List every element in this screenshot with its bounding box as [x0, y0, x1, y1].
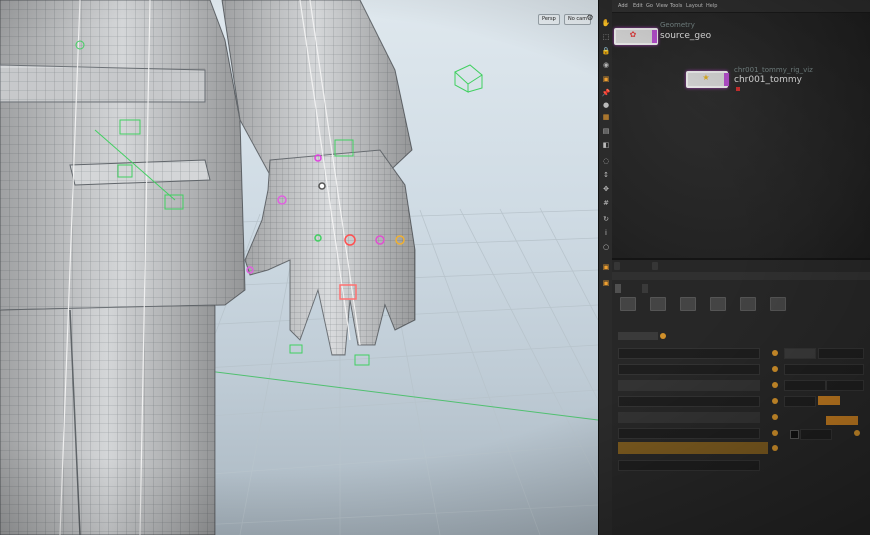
keyframe-dot[interactable]: [772, 382, 778, 388]
shelf-tool-button[interactable]: [620, 297, 636, 311]
param-field[interactable]: [618, 428, 760, 439]
section-header[interactable]: [618, 332, 658, 340]
keyframe-dot[interactable]: [772, 366, 778, 372]
camera-icon[interactable]: ◉: [601, 60, 611, 70]
menu-item-add[interactable]: Add: [618, 2, 628, 10]
keyframe-dot[interactable]: [854, 430, 860, 436]
keyframe-dot[interactable]: [772, 414, 778, 420]
menu-item-go[interactable]: Go: [646, 2, 653, 10]
param-field[interactable]: [618, 412, 760, 423]
param-field[interactable]: [784, 348, 816, 359]
shelf-tool-button[interactable]: [740, 297, 756, 311]
orange-toggle[interactable]: [826, 416, 858, 425]
param-field[interactable]: [618, 380, 760, 391]
pane-tab[interactable]: [614, 262, 620, 270]
display-flag[interactable]: [724, 73, 729, 86]
node-category: Geometry: [660, 21, 695, 29]
geometry-icon: ✿: [629, 30, 637, 39]
error-marker: [736, 87, 740, 91]
param-field[interactable]: [784, 380, 826, 391]
node-name: source_geo: [660, 31, 712, 41]
transform-icon[interactable]: ✥: [601, 184, 611, 194]
selected-param-row[interactable]: [618, 442, 768, 454]
menu-item-edit[interactable]: Edit: [633, 2, 643, 10]
menu-item-tools[interactable]: Tools: [670, 2, 682, 10]
shelf-tab[interactable]: [642, 284, 648, 293]
shelf-tab[interactable]: [615, 284, 621, 293]
snap-icon[interactable]: ▣: [601, 74, 611, 84]
wire-icon[interactable]: ▤: [601, 126, 611, 136]
pane-tab[interactable]: [652, 262, 658, 270]
param-field[interactable]: [800, 429, 832, 440]
viewport-scene: [0, 0, 598, 535]
shade-icon[interactable]: ◧: [601, 140, 611, 150]
checkbox[interactable]: [790, 430, 799, 439]
shelf-tool-button[interactable]: [650, 297, 666, 311]
param-field[interactable]: [618, 396, 760, 407]
display-flag[interactable]: [652, 30, 657, 43]
node-category: chr001_tommy_rig_viz: [734, 66, 813, 74]
param-field[interactable]: [826, 380, 864, 391]
persp-button[interactable]: Persp: [538, 14, 560, 25]
parameter-editor: [612, 258, 870, 535]
shelf-tool-button[interactable]: [710, 297, 726, 311]
refresh-icon[interactable]: ↻: [601, 214, 611, 224]
shelf-tool-button[interactable]: [770, 297, 786, 311]
grid-icon[interactable]: #: [601, 198, 611, 208]
hand-tool-icon[interactable]: ✋: [601, 18, 611, 28]
param-field[interactable]: [784, 364, 864, 375]
network-editor[interactable]: Geometry ✿ source_geo chr001_tommy_rig_v…: [612, 13, 870, 258]
node-name: chr001_tommy: [734, 75, 802, 85]
section-dot: [660, 333, 666, 339]
key-icon[interactable]: ▣: [601, 278, 611, 288]
ghost-icon[interactable]: ◌: [601, 156, 611, 166]
orange-toggle[interactable]: [818, 396, 840, 405]
viewport-menu-icon[interactable]: ⚙: [585, 13, 595, 23]
keyframe-dot[interactable]: [772, 430, 778, 436]
keyframe-dot[interactable]: [772, 398, 778, 404]
bone-icon[interactable]: ↕: [601, 170, 611, 180]
character-icon: ★: [702, 73, 710, 82]
param-field[interactable]: [618, 364, 760, 375]
menu-item-help[interactable]: Help: [706, 2, 717, 10]
info-icon[interactable]: i: [601, 228, 611, 238]
houdini-screen: Persp No cam ⚙ ✋ ⬚ 🔒 ◉ ▣ 📌 ● ▦ ▤ ◧ ◌ ↕ ✥…: [0, 0, 870, 535]
select-icon[interactable]: ⬚: [601, 32, 611, 42]
menu-item-view[interactable]: View: [656, 2, 668, 10]
display-icon[interactable]: ▦: [601, 112, 611, 122]
param-header: [612, 272, 870, 280]
pose-icon[interactable]: ▣: [601, 262, 611, 272]
keyframe-dot[interactable]: [772, 445, 778, 451]
scene-viewport[interactable]: Persp No cam ⚙: [0, 0, 598, 535]
lock-icon[interactable]: 🔒: [601, 46, 611, 56]
right-panel: Add Edit Go View Tools Layout Help Geome…: [612, 0, 870, 535]
shelf-tool-button[interactable]: [680, 297, 696, 311]
param-field[interactable]: [784, 396, 816, 407]
param-field[interactable]: [618, 460, 760, 471]
keyframe-dot[interactable]: [772, 350, 778, 356]
pin-icon[interactable]: 📌: [601, 88, 611, 98]
bulb-icon[interactable]: ○: [601, 242, 611, 252]
viewport-toolbar: ✋ ⬚ 🔒 ◉ ▣ 📌 ● ▦ ▤ ◧ ◌ ↕ ✥ # ↻ i ○ ▣ ▣: [598, 0, 613, 535]
network-menubar: Add Edit Go View Tools Layout Help: [612, 0, 870, 13]
param-field[interactable]: [818, 348, 864, 359]
menu-item-layout[interactable]: Layout: [686, 2, 703, 10]
param-field[interactable]: [618, 348, 760, 359]
light-icon[interactable]: ●: [601, 100, 611, 110]
